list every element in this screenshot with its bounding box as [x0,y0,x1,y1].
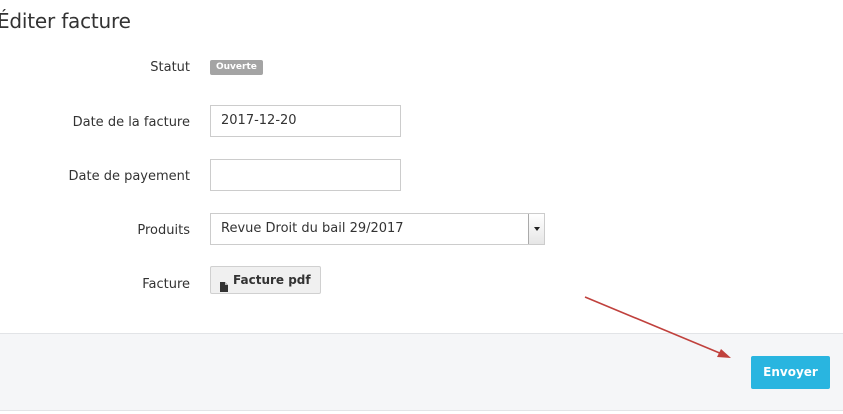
invoice-pdf-button[interactable]: Facture pdf [210,266,321,294]
file-icon [220,275,228,292]
products-label: Produits [137,223,190,238]
form-footer [0,333,843,411]
status-badge: Ouverte [210,60,263,75]
status-label: Statut [150,60,190,75]
invoice-pdf-button-label: Facture pdf [233,273,311,287]
page-title: Éditer facture [0,9,131,33]
submit-button[interactable]: Envoyer [751,356,830,389]
invoice-date-field[interactable]: 2017-12-20 [210,105,401,137]
invoice-label: Facture [142,277,190,292]
payment-date-label: Date de payement [68,169,191,184]
payment-date-field[interactable] [210,159,401,191]
file-icon-svg [220,282,228,292]
invoice-date-label: Date de la facture [72,115,190,130]
products-selected-value: Revue Droit du bail 29/2017 [221,221,404,236]
edit-invoice-page: Éditer facture Statut Ouverte Date de la… [0,0,843,414]
products-select[interactable]: Revue Droit du bail 29/2017 [210,213,545,245]
chevron-down-icon[interactable] [528,214,544,244]
